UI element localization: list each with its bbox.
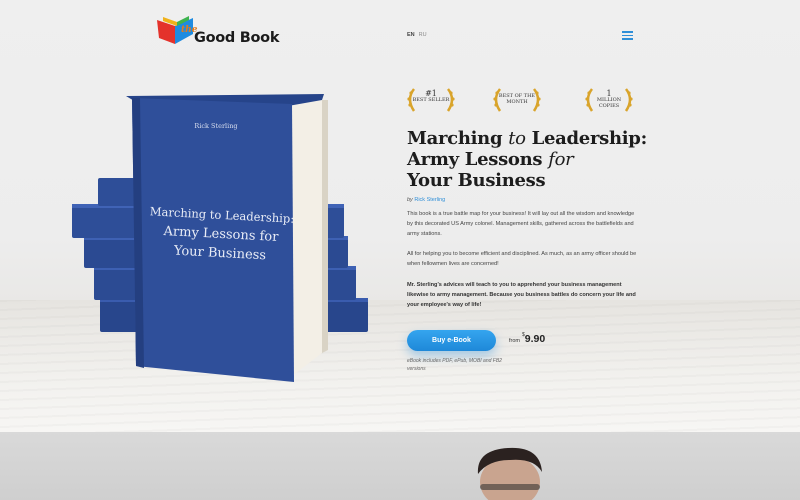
price: from$9.90 <box>509 332 546 345</box>
description-paragraph-1: This book is a true battle map for your … <box>407 211 635 237</box>
lang-ru[interactable]: RU <box>419 32 427 38</box>
award-3-label: Million Copies <box>596 97 622 109</box>
lang-en[interactable]: EN <box>407 32 415 38</box>
price-currency: $ <box>522 332 525 338</box>
person-photo <box>477 447 542 500</box>
cover-author: Rick Sterling <box>194 122 238 130</box>
brand-logo[interactable]: the Good Book <box>155 16 295 50</box>
ebook-formats-note: eBook includes PDF, ePub, MOBI and FB2 v… <box>407 358 502 372</box>
award-2-label: Best of the Month <box>498 93 536 105</box>
author-link[interactable]: Rick Sterling <box>414 197 445 203</box>
cover-title: Marching to Leadership: Army Lessons for… <box>141 202 302 267</box>
description-paragraph-3: Mr. Sterling's advices will teach to you… <box>407 282 636 308</box>
product-title: Marching to Leadership: Army Lessons for… <box>407 128 647 191</box>
book-cover-text: Rick Sterling Marching to Leadership: Ar… <box>136 112 296 377</box>
brand-name: Good Book <box>194 30 280 46</box>
award-1-label: Best Seller <box>412 97 450 103</box>
award-best-seller: #1 Best Seller <box>404 85 458 115</box>
language-switcher: EN RU <box>407 32 431 38</box>
description-paragraph-2: All for helping you to become efficient … <box>407 251 637 267</box>
lower-section <box>0 432 800 500</box>
award-million-copies: 1 Million Copies <box>582 85 636 115</box>
award-best-month: Best of the Month <box>490 85 544 115</box>
awards-row: #1 Best Seller Best of the Month 1 Million… <box>404 85 636 115</box>
price-amount: 9.90 <box>524 333 546 345</box>
price-from: from <box>509 338 520 344</box>
buy-ebook-button[interactable]: Buy e-Book <box>407 330 496 351</box>
author-byline: by Rick Sterling <box>407 197 446 203</box>
hamburger-menu-icon[interactable] <box>622 31 633 40</box>
